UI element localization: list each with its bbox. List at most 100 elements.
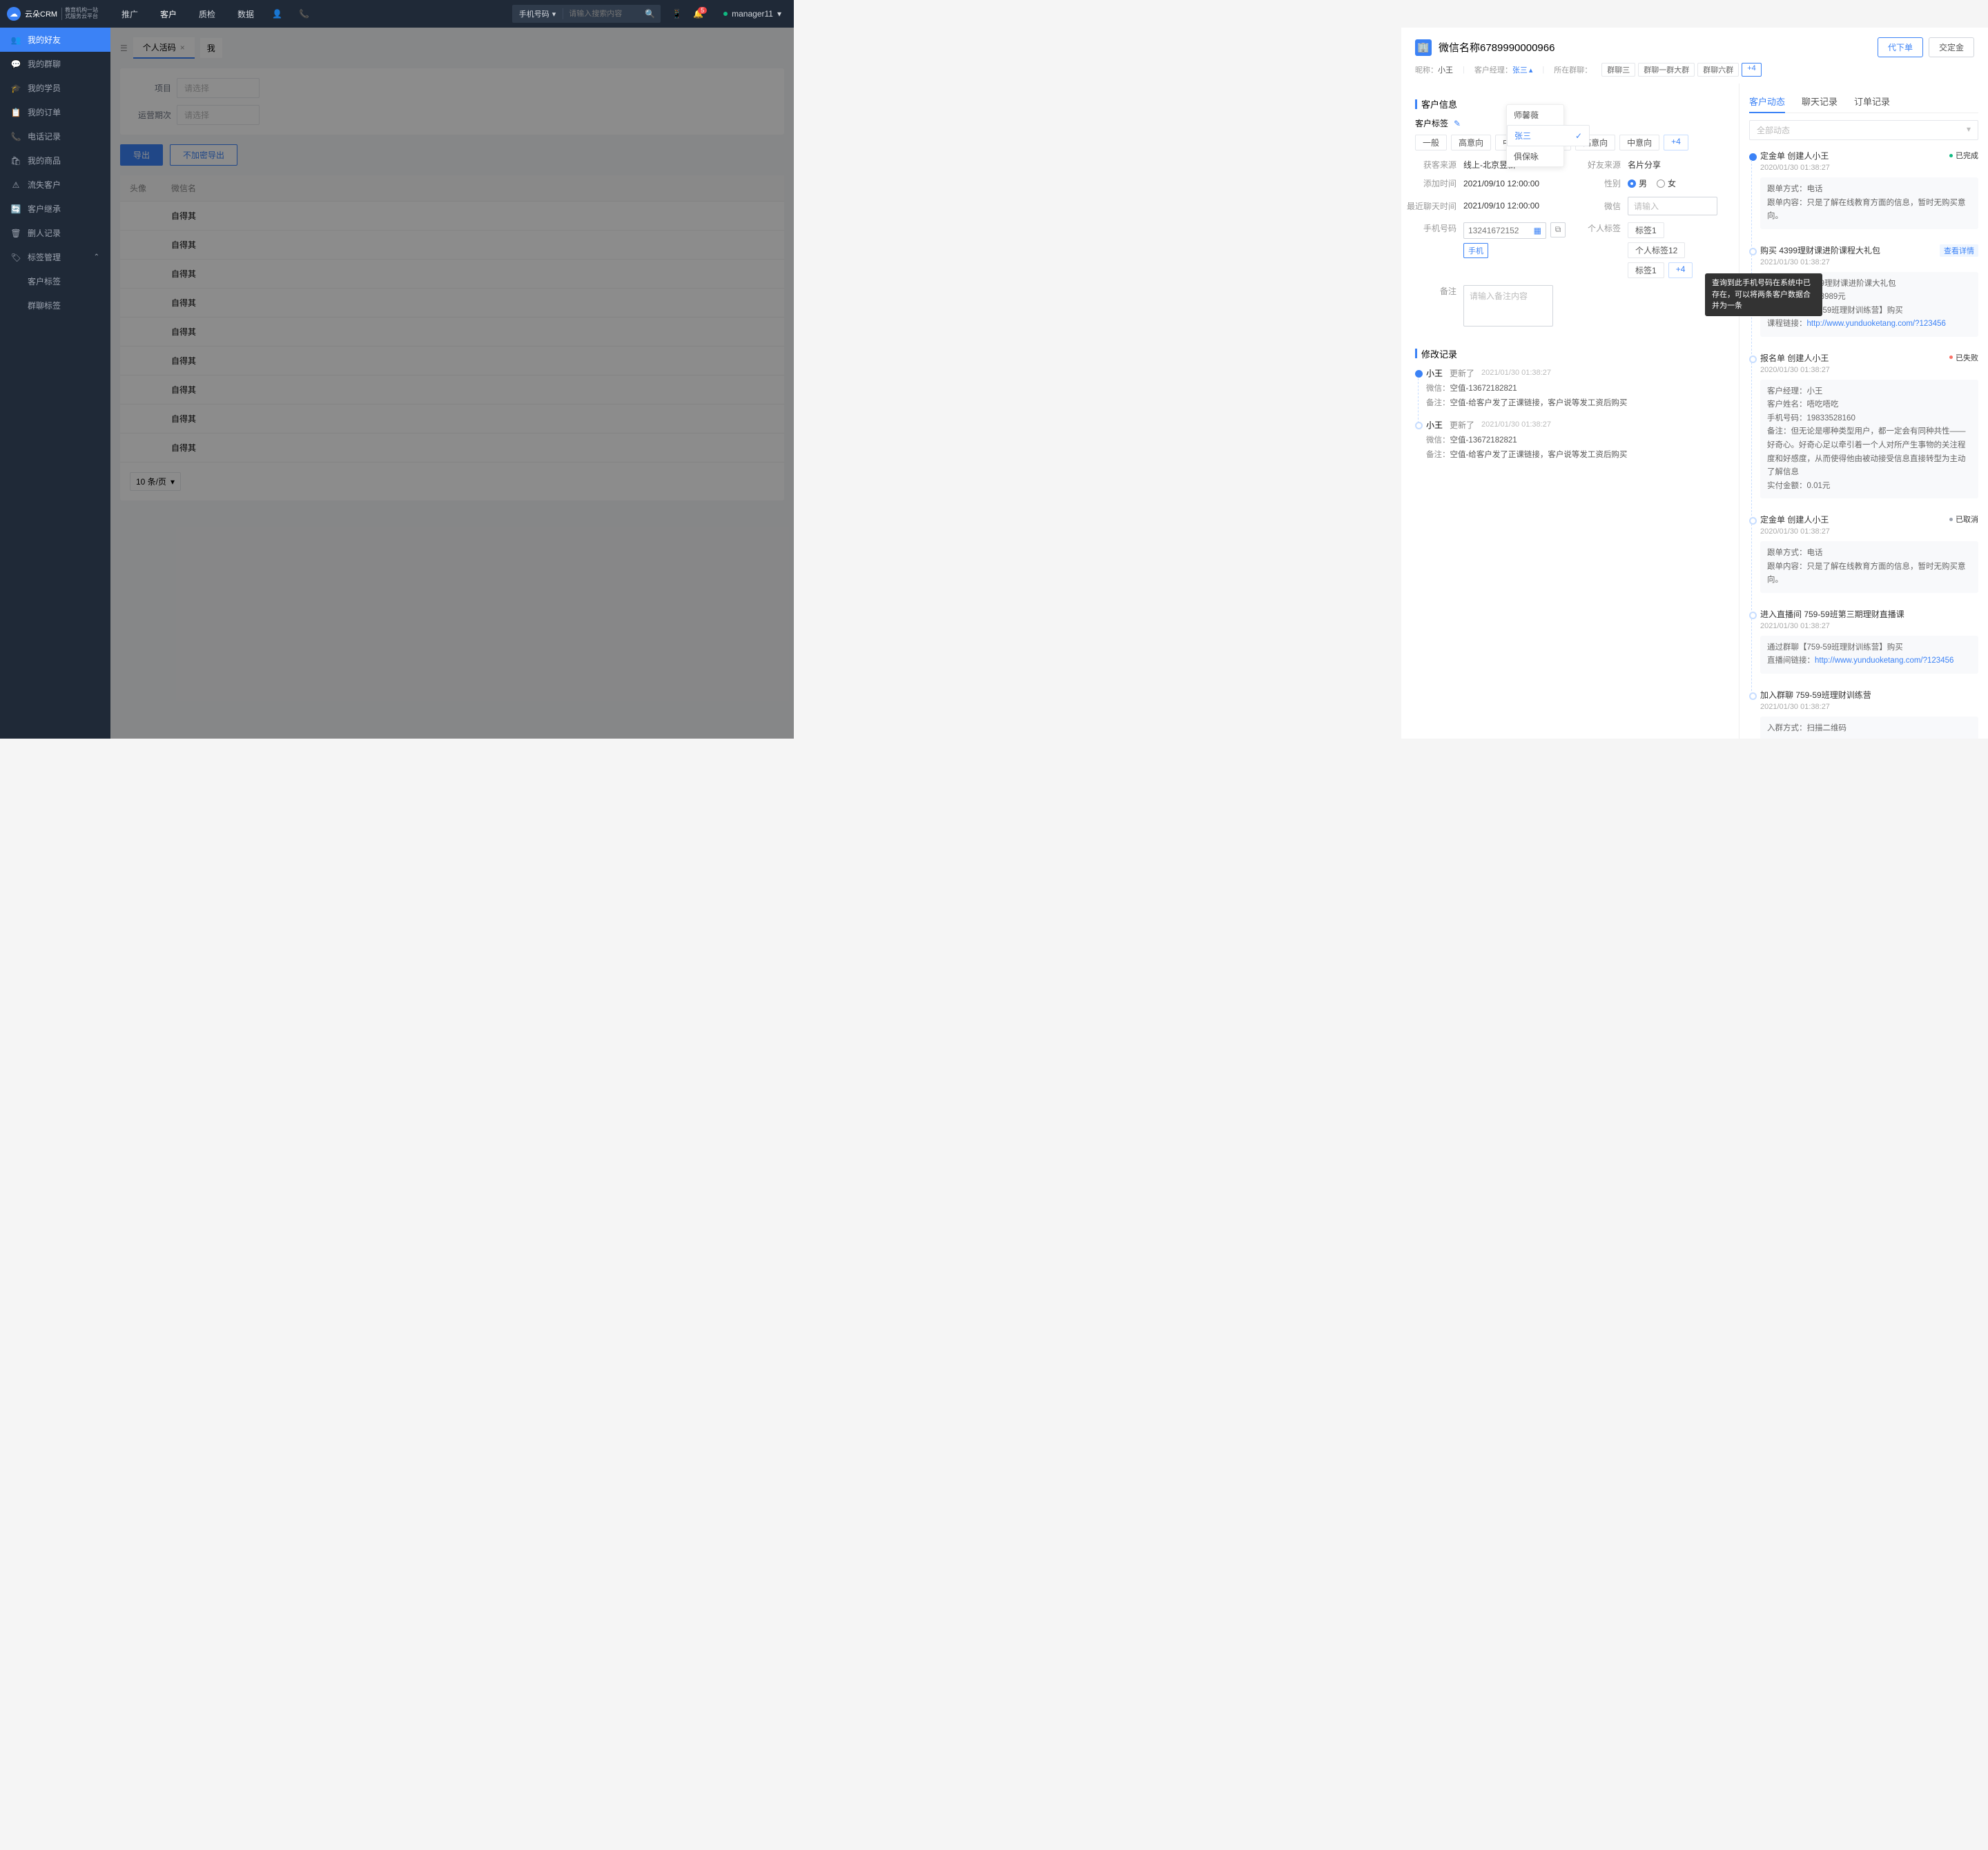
- chevron-up-icon: ⌃: [94, 253, 99, 261]
- nav-icon: 🎓: [11, 84, 21, 93]
- dropdown-option[interactable]: 俱保咏: [1507, 146, 1563, 166]
- sidebar: 👥我的好友💬我的群聊🎓我的学员📋我的订单📞电话记录🛍我的商品⚠流失客户🔄客户继承…: [0, 28, 110, 739]
- url-link[interactable]: http://www.yunduoketang.com/?123456: [1815, 656, 1953, 665]
- url-link[interactable]: http://www.yunduoketang.com/?123456: [1807, 320, 1946, 328]
- view-detail-link[interactable]: 查看详情: [1940, 244, 1978, 257]
- manager-select[interactable]: 张三▴: [1512, 64, 1533, 75]
- timeline-item: 定金单 创建人小王已取消2020/01/30 01:38:27跟单方式：电话跟单…: [1760, 514, 1978, 593]
- customer-title: 微信名称6789990000966: [1439, 40, 1555, 55]
- right-tab[interactable]: 聊天记录: [1802, 90, 1838, 113]
- sidebar-item[interactable]: 💬我的群聊: [0, 52, 110, 76]
- last-chat: 2021/09/10 12:00:00: [1463, 201, 1539, 211]
- right-tab[interactable]: 客户动态: [1749, 90, 1785, 113]
- wechat-input[interactable]: 请输入: [1628, 197, 1717, 215]
- mobile-icon[interactable]: 📱: [672, 9, 682, 19]
- nickname: 小王: [1438, 66, 1453, 75]
- tags-label: 客户标签: [1415, 117, 1448, 129]
- customer-drawer: 🏢 微信名称6789990000966 代下单 交定金 昵称：小王 | 客户经理…: [1401, 28, 1988, 739]
- mod-record-item: 小王更新了2021/01/30 01:38:27微信：空值-1367218282…: [1415, 367, 1725, 408]
- sidebar-item[interactable]: 客户标签: [0, 269, 110, 293]
- sidebar-item[interactable]: 👥我的好友: [0, 28, 110, 52]
- nav-icon: 👥: [11, 35, 21, 45]
- logo-text: 云朵CRM: [25, 8, 57, 19]
- search-input[interactable]: [563, 10, 639, 18]
- section-customer-info: 客户信息: [1421, 97, 1457, 110]
- sidebar-item[interactable]: 🏷标签管理⌃: [0, 245, 110, 269]
- search-wrap: 手机号码▾ 🔍: [512, 5, 661, 23]
- phone-exists-tooltip: 查询到此手机号码在系统中已存在，可以将两条客户数据合并为一条: [1705, 273, 1822, 316]
- group-more[interactable]: +4: [1742, 63, 1762, 77]
- sidebar-item[interactable]: ⚠流失客户: [0, 173, 110, 197]
- logo[interactable]: ☁ 云朵CRM 教育机构一站 式服务云平台: [0, 7, 110, 21]
- customer-tag[interactable]: 高意向: [1451, 135, 1491, 150]
- ptag-more[interactable]: +4: [1668, 262, 1693, 278]
- sidebar-item[interactable]: 🔄客户继承: [0, 197, 110, 221]
- sex-male-radio[interactable]: 男: [1628, 177, 1647, 189]
- nav-icon: 🏷: [11, 253, 21, 262]
- personal-tag[interactable]: 标签1: [1628, 262, 1664, 278]
- mod-record-item: 小王更新了2021/01/30 01:38:27微信：空值-1367218282…: [1415, 419, 1725, 460]
- sidebar-item[interactable]: 🎓我的学员: [0, 76, 110, 100]
- search-icon[interactable]: 🔍: [639, 9, 661, 19]
- group-tag[interactable]: 群聊三: [1601, 63, 1635, 77]
- user-menu[interactable]: manager11 ▾: [723, 9, 781, 19]
- drawer-mask[interactable]: [110, 28, 794, 739]
- activity-filter[interactable]: 全部动态▾: [1749, 120, 1978, 140]
- nav-icon: 💬: [11, 59, 21, 69]
- nav-icon: 🛍: [11, 156, 21, 166]
- group-tag[interactable]: 群聊六群: [1697, 63, 1739, 77]
- friend-source: 名片分享: [1628, 159, 1661, 171]
- user-icon[interactable]: 👤: [272, 9, 282, 19]
- nav-icon: 📞: [11, 132, 21, 142]
- sex-female-radio[interactable]: 女: [1657, 177, 1676, 189]
- phone-input[interactable]: 13241672152▦: [1463, 222, 1546, 239]
- topnav: 推广 客户 质检 数据: [110, 8, 255, 20]
- phone-tag: 手机: [1463, 243, 1488, 258]
- user-name: manager11: [732, 9, 773, 19]
- topnav-item[interactable]: 质检: [197, 8, 217, 20]
- sidebar-item[interactable]: 📋我的订单: [0, 100, 110, 124]
- notif-badge: 5: [698, 7, 707, 14]
- sidebar-item[interactable]: 📞电话记录: [0, 124, 110, 148]
- right-tab[interactable]: 订单记录: [1854, 90, 1890, 113]
- personal-tag[interactable]: 标签1: [1628, 222, 1664, 238]
- dropdown-option[interactable]: 张三✓: [1507, 125, 1590, 146]
- timeline-item: 加入群聊 759-59班理财训练营2021/01/30 01:38:27入群方式…: [1760, 689, 1978, 739]
- card-icon[interactable]: ▦: [1534, 226, 1541, 235]
- topnav-item[interactable]: 推广: [120, 8, 139, 20]
- timeline-item: 报名单 创建人小王已失败2020/01/30 01:38:27客户经理：小王客户…: [1760, 352, 1978, 498]
- phone-icon[interactable]: 📞: [299, 9, 309, 19]
- sidebar-item[interactable]: 🛍我的商品: [0, 148, 110, 173]
- manager-dropdown: 师馨薇张三✓俱保咏: [1506, 104, 1564, 167]
- group-tag[interactable]: 群聊一群大群: [1638, 63, 1695, 77]
- nav-icon: 🔄: [11, 204, 21, 214]
- copy-icon[interactable]: ⧉: [1550, 222, 1566, 237]
- chevron-down-icon: ▾: [552, 10, 556, 19]
- tag-more[interactable]: +4: [1664, 135, 1688, 150]
- check-icon: ✓: [1575, 131, 1582, 141]
- customer-tag[interactable]: 一般: [1415, 135, 1447, 150]
- topnav-item[interactable]: 数据: [236, 8, 255, 20]
- edit-icon[interactable]: ✎: [1454, 119, 1461, 128]
- cloud-icon: ☁: [7, 7, 21, 21]
- nav-icon: ⚠: [11, 180, 21, 190]
- topbar: ☁ 云朵CRM 教育机构一站 式服务云平台 推广 客户 质检 数据 👤 📞 手机号码▾…: [0, 0, 794, 28]
- topnav-item[interactable]: 客户: [159, 8, 178, 20]
- sidebar-item[interactable]: 群聊标签: [0, 293, 110, 318]
- deposit-button[interactable]: 交定金: [1929, 37, 1974, 57]
- customer-tag[interactable]: 中意向: [1619, 135, 1659, 150]
- bell-icon[interactable]: 🔔5: [693, 9, 712, 19]
- status-badge: 已失败: [1949, 352, 1978, 363]
- status-badge: 已完成: [1949, 150, 1978, 161]
- search-type-select[interactable]: 手机号码▾: [512, 8, 564, 19]
- dropdown-option[interactable]: 师馨薇: [1507, 105, 1563, 125]
- timeline-item: 定金单 创建人小王已完成2020/01/30 01:38:27跟单方式：电话跟单…: [1760, 150, 1978, 229]
- section-mod-log: 修改记录: [1421, 347, 1457, 360]
- nav-icon: 📋: [11, 108, 21, 117]
- sidebar-item[interactable]: 🗑删人记录: [0, 221, 110, 245]
- remark-input[interactable]: 请输入备注内容: [1463, 285, 1553, 327]
- chevron-down-icon: ▾: [777, 9, 781, 19]
- personal-tag[interactable]: 个人标签12: [1628, 242, 1685, 258]
- place-order-button[interactable]: 代下单: [1878, 37, 1923, 57]
- status-badge: 已取消: [1949, 514, 1978, 525]
